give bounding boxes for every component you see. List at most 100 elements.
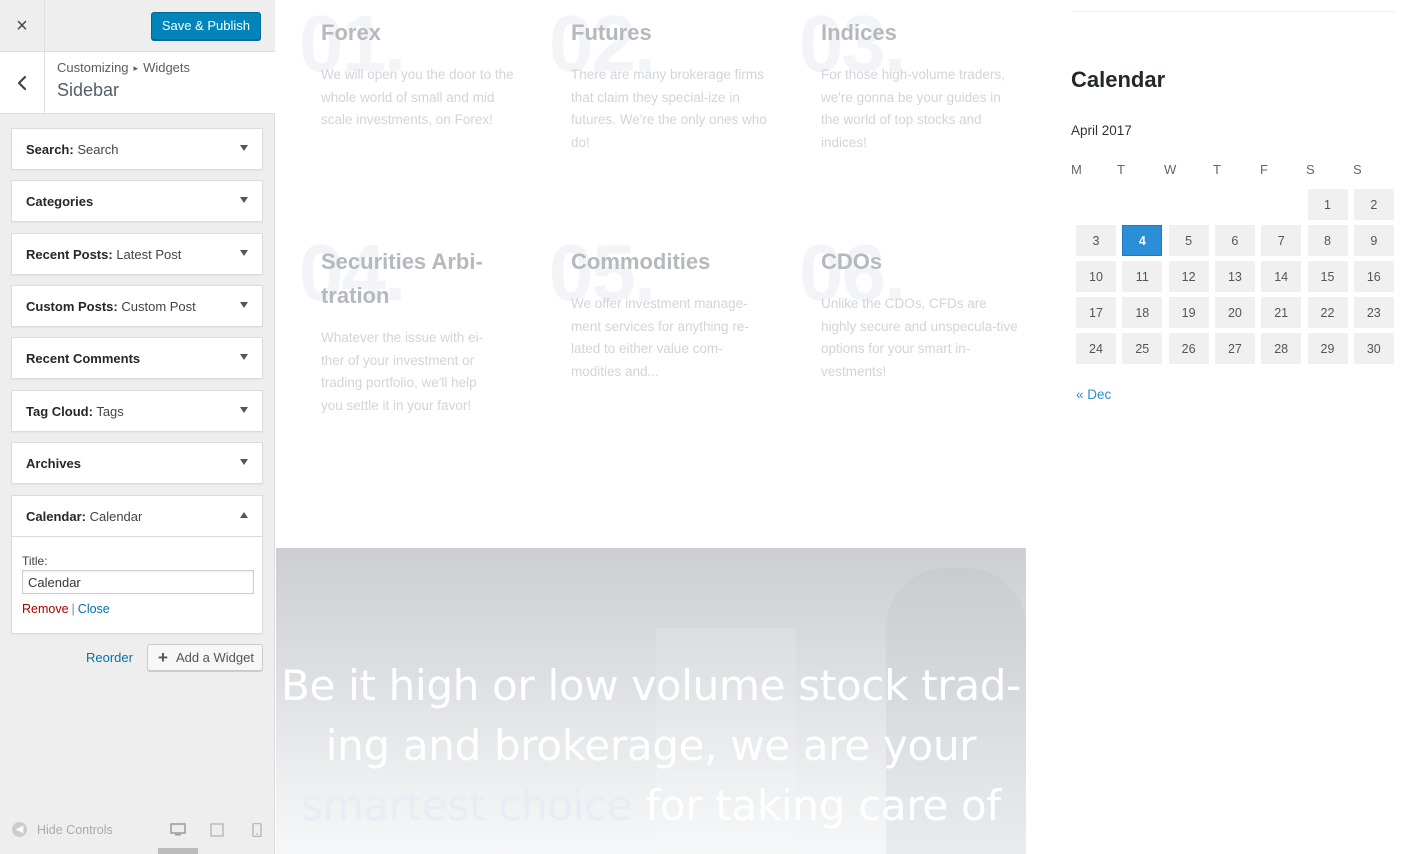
sidebar-divider xyxy=(1072,11,1396,12)
hide-controls-button[interactable]: ◀ Hide Controls xyxy=(12,822,113,837)
day-header: T xyxy=(1213,162,1221,177)
action-separator: | xyxy=(71,602,75,616)
calendar-day[interactable]: 20 xyxy=(1214,297,1255,328)
widget-header[interactable]: Calendar: Calendar xyxy=(12,496,262,536)
calendar-day[interactable]: 8 xyxy=(1307,225,1348,256)
day-header: S xyxy=(1353,162,1362,177)
widget-title: Tags xyxy=(96,404,124,419)
mobile-preview-icon[interactable] xyxy=(249,823,265,837)
customizer-sidebar: × Save & Publish Customizing ▸ Widgets Sid… xyxy=(0,0,275,854)
calendar-day[interactable]: 22 xyxy=(1307,297,1348,328)
calendar-day[interactable]: 26 xyxy=(1168,333,1209,364)
widget-form: Title: Remove|Close xyxy=(12,536,262,633)
service-title: Forex xyxy=(321,20,381,45)
widget-type: Calendar: xyxy=(26,509,86,524)
calendar-day[interactable]: 13 xyxy=(1214,261,1255,292)
hero-line: ing and brokerage, we are your xyxy=(325,721,977,770)
widget-header[interactable]: Recent Comments xyxy=(12,338,262,378)
widget-categories: Categories xyxy=(11,180,263,222)
caret-down-icon[interactable] xyxy=(240,459,248,465)
calendar-day[interactable]: 29 xyxy=(1307,333,1348,364)
calendar-day[interactable]: 23 xyxy=(1353,297,1394,328)
widget-header[interactable]: Search: Search xyxy=(12,129,262,169)
save-publish-button[interactable]: Save & Publish xyxy=(150,12,261,40)
back-button[interactable] xyxy=(0,52,45,113)
customizer-footer: ◀ Hide Controls xyxy=(0,814,275,854)
hero-line: Be it high or low volume stock trad- xyxy=(280,661,1022,710)
widget-title: Search xyxy=(77,142,119,157)
calendar-day[interactable]: 30 xyxy=(1353,333,1394,364)
reorder-link[interactable]: Reorder xyxy=(86,650,133,665)
caret-down-icon[interactable] xyxy=(240,197,248,203)
day-header: T xyxy=(1117,162,1125,177)
calendar-day[interactable]: 28 xyxy=(1261,333,1302,364)
service-title: Indices xyxy=(821,20,897,45)
hero-highlight: smartest choice xyxy=(301,781,633,830)
breadcrumb-separator: ▸ xyxy=(133,63,139,73)
caret-down-icon[interactable] xyxy=(240,302,248,308)
close-icon: × xyxy=(16,14,28,37)
hero-text: Be it high or low volume stock trad- ing… xyxy=(276,656,1026,836)
service-futures: 02. Futures There are many brokerage fir… xyxy=(549,4,771,154)
calendar-day[interactable]: 11 xyxy=(1122,261,1163,292)
breadcrumb-parent: Customizing xyxy=(57,60,129,75)
calendar-day[interactable]: 7 xyxy=(1261,225,1302,256)
service-text: There are many brokerage firms that clai… xyxy=(571,67,767,150)
calendar-day[interactable]: 12 xyxy=(1168,261,1209,292)
caret-down-icon[interactable] xyxy=(240,407,248,413)
hide-controls-label: Hide Controls xyxy=(37,822,113,837)
widget-search: Search: Search xyxy=(11,128,263,170)
caret-down-icon[interactable] xyxy=(240,250,248,256)
calendar-day[interactable]: 14 xyxy=(1261,261,1302,292)
desktop-preview-icon[interactable] xyxy=(170,823,186,837)
add-widget-button[interactable]: + Add a Widget xyxy=(147,644,263,671)
remove-link[interactable]: Remove xyxy=(22,602,69,616)
calendar-day[interactable]: 18 xyxy=(1122,297,1163,328)
widget-tag-cloud: Tag Cloud: Tags xyxy=(11,390,263,432)
widget-type: Recent Comments xyxy=(26,351,141,366)
service-title: CDOs xyxy=(821,249,883,274)
caret-down-icon[interactable] xyxy=(240,145,248,151)
widget-header[interactable]: Recent Posts: Latest Post xyxy=(12,234,262,274)
widget-type: Tag Cloud: xyxy=(26,404,93,419)
service-title: Commodities xyxy=(571,249,711,274)
calendar-day[interactable]: 16 xyxy=(1353,261,1394,292)
calendar-day[interactable]: 5 xyxy=(1168,225,1209,256)
calendar-prev-link[interactable]: « Dec xyxy=(1076,387,1111,402)
calendar-day[interactable]: 6 xyxy=(1214,225,1255,256)
calendar-day[interactable]: 27 xyxy=(1214,333,1255,364)
active-device-indicator xyxy=(158,848,198,854)
close-link[interactable]: Close xyxy=(78,602,110,616)
caret-up-icon[interactable] xyxy=(240,512,248,518)
widget-header[interactable]: Categories xyxy=(12,181,262,221)
calendar-day[interactable]: 9 xyxy=(1353,225,1394,256)
calendar-day[interactable]: 17 xyxy=(1076,297,1116,328)
widget-header[interactable]: Custom Posts: Custom Post xyxy=(12,286,262,326)
calendar-day[interactable]: 1 xyxy=(1307,189,1348,220)
widget-type: Archives xyxy=(26,456,81,471)
calendar-day[interactable]: 15 xyxy=(1307,261,1348,292)
calendar-day[interactable]: 25 xyxy=(1122,333,1163,364)
calendar-day-today[interactable]: 4 xyxy=(1122,225,1163,256)
calendar-caption: April 2017 xyxy=(1071,123,1132,138)
widget-header[interactable]: Tag Cloud: Tags xyxy=(12,391,262,431)
close-customizer-button[interactable]: × xyxy=(0,0,45,52)
calendar-day[interactable]: 24 xyxy=(1076,333,1116,364)
calendar-day[interactable]: 3 xyxy=(1076,225,1116,256)
calendar-day[interactable]: 21 xyxy=(1261,297,1302,328)
widget-header[interactable]: Archives xyxy=(12,443,262,483)
hero-banner: Be it high or low volume stock trad- ing… xyxy=(276,548,1026,854)
tablet-preview-icon[interactable] xyxy=(209,823,225,837)
service-securities-arbitration: 04. Securities Arbi-tration Whatever the… xyxy=(299,233,501,417)
calendar-day[interactable]: 10 xyxy=(1076,261,1116,292)
breadcrumb-child: Widgets xyxy=(143,60,191,75)
service-text: Whatever the issue with ei-ther of your … xyxy=(321,330,484,413)
title-input[interactable] xyxy=(22,570,254,594)
service-cdos: 06. CDOs Unlike the CDOs, CFDs are highl… xyxy=(799,233,1021,383)
customizer-header: × Save & Publish xyxy=(0,0,275,52)
service-text: For those high-volume traders, we're gon… xyxy=(821,67,1005,150)
caret-down-icon[interactable] xyxy=(240,354,248,360)
calendar-day[interactable]: 2 xyxy=(1353,189,1394,220)
widget-recent-posts: Recent Posts: Latest Post xyxy=(11,233,263,275)
calendar-day[interactable]: 19 xyxy=(1168,297,1209,328)
